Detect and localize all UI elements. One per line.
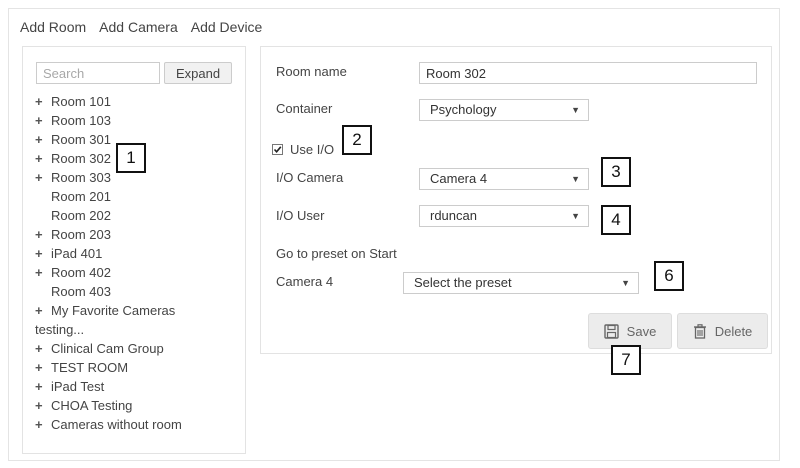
preset-select[interactable]: Select the preset ▼ bbox=[403, 272, 639, 294]
tree-item-label: Room 403 bbox=[51, 284, 111, 299]
caret-down-icon: ▼ bbox=[571, 211, 580, 221]
callout-badge: 2 bbox=[342, 125, 372, 155]
tree-item-label: Cameras without room bbox=[51, 417, 182, 432]
caret-down-icon: ▼ bbox=[571, 174, 580, 184]
top-nav: Add Room Add Camera Add Device bbox=[20, 19, 262, 35]
callout-badge: 6 bbox=[654, 261, 684, 291]
tree-item-label: TEST ROOM bbox=[51, 360, 129, 375]
tree-item[interactable]: Room 403 bbox=[35, 282, 240, 301]
add-room-link[interactable]: Add Room bbox=[20, 19, 86, 35]
use-io-checkbox[interactable] bbox=[272, 144, 283, 155]
callout-badge: 1 bbox=[116, 143, 146, 173]
expand-plus-icon: + bbox=[35, 417, 43, 432]
tree-item[interactable]: + CHOA Testing bbox=[35, 396, 240, 415]
tree-item[interactable]: + iPad Test bbox=[35, 377, 240, 396]
use-io-label: Use I/O bbox=[290, 142, 335, 157]
container-select-value: Psychology bbox=[430, 102, 497, 117]
expand-plus-icon: + bbox=[35, 94, 43, 109]
tree-item[interactable]: + My Favorite Cameras bbox=[35, 301, 240, 320]
expand-plus-icon: + bbox=[35, 151, 43, 166]
expand-plus-icon: + bbox=[35, 113, 43, 128]
tree-item[interactable]: Room 202 bbox=[35, 206, 240, 225]
preset-select-value: Select the preset bbox=[414, 275, 512, 290]
tree-item-label: Room 103 bbox=[51, 113, 111, 128]
tree-item[interactable]: + TEST ROOM bbox=[35, 358, 240, 377]
expand-plus-icon: + bbox=[35, 170, 43, 185]
expand-plus-icon: + bbox=[35, 303, 43, 318]
tree-item[interactable]: + Cameras without room bbox=[35, 415, 240, 434]
tree-item[interactable]: + Clinical Cam Group bbox=[35, 339, 240, 358]
delete-label: Delete bbox=[714, 323, 753, 339]
tree-item-label: Room 301 bbox=[51, 132, 111, 147]
io-camera-select[interactable]: Camera 4 ▼ bbox=[419, 168, 589, 190]
caret-down-icon: ▼ bbox=[621, 278, 630, 288]
tree-item-label: Room 202 bbox=[51, 208, 111, 223]
tree-item-label: Room 302 bbox=[51, 151, 111, 166]
expand-plus-icon: + bbox=[35, 341, 43, 356]
expand-button[interactable]: Expand bbox=[164, 62, 232, 84]
tree-item-label: testing... bbox=[35, 322, 85, 337]
expand-plus-icon: + bbox=[35, 379, 43, 394]
tree-item[interactable]: Room 201 bbox=[35, 187, 240, 206]
add-device-link[interactable]: Add Device bbox=[191, 19, 263, 35]
callout-badge: 7 bbox=[611, 345, 641, 375]
io-camera-select-value: Camera 4 bbox=[430, 171, 488, 186]
tree-item-label: My Favorite Cameras bbox=[51, 303, 176, 318]
tree-item[interactable]: testing... bbox=[35, 320, 240, 339]
save-label: Save bbox=[626, 323, 657, 339]
tree-item-label: Room 303 bbox=[51, 170, 111, 185]
tree-item-label: iPad Test bbox=[51, 379, 105, 394]
io-user-label: I/O User bbox=[276, 208, 325, 223]
room-form-panel: Room name Container Psychology ▼ Use I/O… bbox=[260, 46, 772, 354]
preset-camera-label: Camera 4 bbox=[276, 274, 334, 289]
checkmark-icon bbox=[273, 146, 282, 154]
save-button[interactable]: Save bbox=[588, 313, 672, 349]
tree-item-label: Room 201 bbox=[51, 189, 111, 204]
expand-plus-icon: + bbox=[35, 227, 43, 242]
room-tree-panel: Expand + Room 101 + Room 103 + Room 301 + Room … bbox=[22, 46, 246, 454]
expand-plus-icon: + bbox=[35, 265, 43, 280]
io-camera-label: I/O Camera bbox=[276, 170, 344, 185]
delete-button[interactable]: Delete bbox=[677, 313, 768, 349]
tree-item-label: CHOA Testing bbox=[51, 398, 133, 413]
expand-plus-icon: + bbox=[35, 360, 43, 375]
tree-item[interactable]: + Room 402 bbox=[35, 263, 240, 282]
tree-item[interactable]: + Room 103 bbox=[35, 111, 240, 130]
room-name-input[interactable] bbox=[419, 62, 757, 84]
expand-plus-icon: + bbox=[35, 246, 43, 261]
expand-plus-icon: + bbox=[35, 398, 43, 413]
tree-item[interactable]: + iPad 401 bbox=[35, 244, 240, 263]
tree-item-label: iPad 401 bbox=[51, 246, 103, 261]
add-camera-link[interactable]: Add Camera bbox=[99, 19, 178, 35]
trash-icon bbox=[693, 323, 706, 339]
tree-item[interactable]: + Room 101 bbox=[35, 92, 240, 111]
expand-plus-icon: + bbox=[35, 132, 43, 147]
tree-item-label: Clinical Cam Group bbox=[51, 341, 164, 356]
container-label: Container bbox=[276, 101, 333, 116]
tree-item-label: Room 203 bbox=[51, 227, 111, 242]
tree-item[interactable]: + Room 203 bbox=[35, 225, 240, 244]
floppy-disk-icon bbox=[603, 323, 619, 339]
callout-badge: 4 bbox=[601, 205, 631, 235]
tree-item-label: Room 101 bbox=[51, 94, 111, 109]
caret-down-icon: ▼ bbox=[571, 105, 580, 115]
tree-item-label: Room 402 bbox=[51, 265, 111, 280]
callout-badge: 3 bbox=[601, 157, 631, 187]
preset-heading: Go to preset on Start bbox=[276, 246, 397, 261]
search-input[interactable] bbox=[36, 62, 160, 84]
io-user-select-value: rduncan bbox=[430, 208, 477, 223]
container-select[interactable]: Psychology ▼ bbox=[419, 99, 589, 121]
io-user-select[interactable]: rduncan ▼ bbox=[419, 205, 589, 227]
room-name-label: Room name bbox=[276, 64, 347, 79]
